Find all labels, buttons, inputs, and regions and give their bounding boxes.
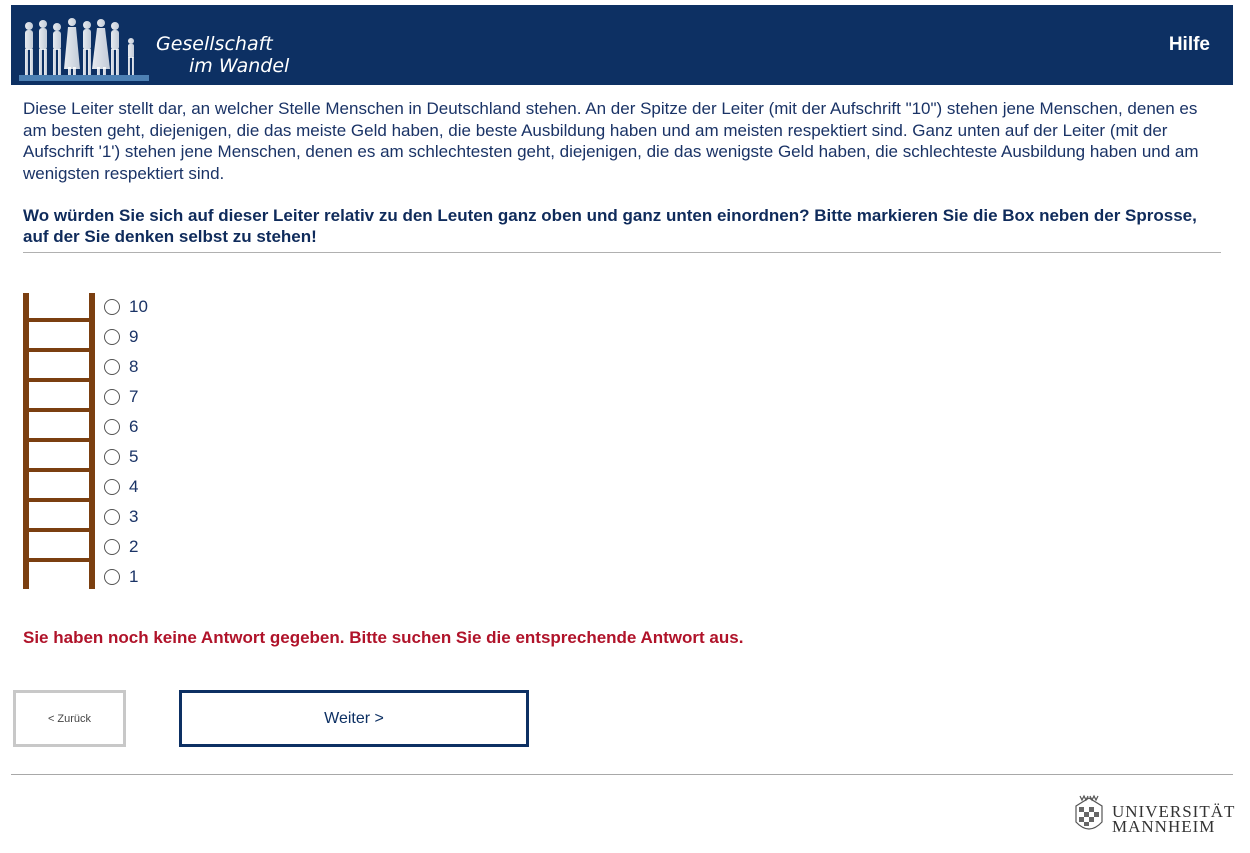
help-link[interactable]: Hilfe	[1169, 34, 1210, 56]
option-8[interactable]: 8	[104, 356, 138, 378]
intro-text: Diese Leiter stellt dar, an welcher Stel…	[23, 99, 1199, 183]
university-mannheim-logo: UNIVERSITÄT MANNHEIM	[1070, 792, 1240, 840]
option-9[interactable]: 9	[104, 326, 138, 348]
footer-divider	[11, 774, 1233, 775]
ladder-rung	[23, 408, 95, 412]
option-label: 7	[129, 387, 139, 406]
ladder-rung	[23, 468, 95, 472]
option-1[interactable]: 1	[104, 566, 138, 588]
option-label: 5	[129, 447, 139, 466]
back-button[interactable]: < Zurück	[13, 690, 126, 747]
option-10[interactable]: 10	[104, 296, 148, 318]
next-button[interactable]: Weiter >	[179, 690, 529, 747]
option-label: 3	[129, 507, 139, 526]
university-crest-icon	[1075, 794, 1103, 830]
ladder-graphic	[23, 293, 95, 589]
logo-text-line2: im Wandel	[189, 55, 290, 77]
ladder-rung	[23, 498, 95, 502]
ladder-rung	[23, 378, 95, 382]
ladder-rung	[23, 348, 95, 352]
radio-button[interactable]	[104, 299, 120, 315]
option-label: 8	[129, 357, 139, 376]
ladder-rung	[23, 318, 95, 322]
option-label: 9	[129, 327, 139, 346]
ladder-rung	[23, 438, 95, 442]
option-7[interactable]: 7	[104, 386, 138, 408]
option-2[interactable]: 2	[104, 536, 138, 558]
option-5[interactable]: 5	[104, 446, 138, 468]
radio-button[interactable]	[104, 479, 120, 495]
people-silhouettes-icon	[19, 18, 149, 81]
ladder-rung	[23, 528, 95, 532]
radio-button[interactable]	[104, 329, 120, 345]
option-6[interactable]: 6	[104, 416, 138, 438]
radio-button[interactable]	[104, 509, 120, 525]
radio-button[interactable]	[104, 419, 120, 435]
radio-button[interactable]	[104, 539, 120, 555]
university-name-line2: MANNHEIM	[1112, 817, 1216, 836]
radio-button[interactable]	[104, 449, 120, 465]
option-label: 6	[129, 417, 139, 436]
radio-button[interactable]	[104, 389, 120, 405]
option-3[interactable]: 3	[104, 506, 138, 528]
divider	[23, 252, 1221, 253]
option-label: 4	[129, 477, 139, 496]
validation-error-message: Sie haben noch keine Antwort gegeben. Bi…	[23, 628, 744, 647]
option-4[interactable]: 4	[104, 476, 138, 498]
radio-button[interactable]	[104, 569, 120, 585]
ladder-rung	[23, 558, 95, 562]
gesellschaft-im-wandel-logo: Gesellschaft im Wandel	[19, 17, 309, 81]
radio-button[interactable]	[104, 359, 120, 375]
option-label: 10	[129, 297, 148, 316]
option-label: 1	[129, 567, 139, 586]
question-text: Wo würden Sie sich auf dieser Leiter rel…	[23, 206, 1197, 246]
header-banner: Gesellschaft im Wandel Hilfe	[11, 5, 1233, 85]
option-label: 2	[129, 537, 139, 556]
logo-text-line1: Gesellschaft	[156, 33, 273, 55]
